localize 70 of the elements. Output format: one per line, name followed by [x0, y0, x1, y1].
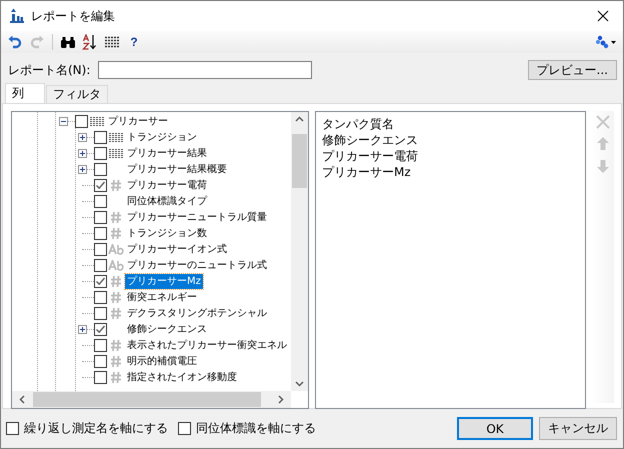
dialog-button[interactable]: OK [457, 417, 533, 440]
list-item[interactable]: タンパク質名 [322, 116, 579, 132]
checkbox[interactable] [94, 210, 107, 224]
checkbox[interactable] [94, 370, 107, 384]
tree-item[interactable]: トランジション数 [125, 226, 209, 240]
text-type-icon [107, 242, 125, 256]
window-title: レポートを編集 [31, 8, 116, 24]
close-icon [597, 10, 609, 22]
checkbox[interactable] [75, 114, 88, 128]
list-item[interactable]: 修飾シークエンス [322, 132, 579, 148]
list-icon [107, 146, 125, 160]
tree-item[interactable]: 明示的補償電圧 [125, 354, 199, 368]
tree-item[interactable]: プリカーサー電荷 [125, 178, 209, 192]
help-button[interactable]: ? [124, 32, 144, 52]
text-type-icon [107, 258, 125, 272]
expand-icon[interactable] [78, 132, 87, 142]
option-label: 繰り返し測定名を軸にする [24, 420, 168, 437]
tree-item[interactable]: 同位体標識タイプ [125, 194, 209, 208]
vertical-scrollbar[interactable] [291, 112, 308, 391]
checkbox[interactable] [6, 422, 19, 435]
tree-item[interactable]: プリカーサーニュートラル質量 [125, 210, 269, 224]
checkbox[interactable] [94, 274, 107, 288]
checkbox[interactable] [94, 194, 107, 208]
preview-button[interactable]: プレビュー... [528, 60, 617, 80]
tree-item[interactable]: プリカーサー [106, 114, 170, 128]
checkbox[interactable] [94, 162, 107, 176]
app-icon [9, 8, 25, 24]
tab[interactable]: 列 [5, 83, 45, 103]
horizontal-scrollbar[interactable] [12, 391, 291, 408]
tree-item[interactable]: 指定されたイオン移動度 [125, 370, 239, 384]
checkbox[interactable] [94, 306, 107, 320]
option-label: 同位体標識を軸にする [196, 420, 316, 437]
expand-icon[interactable] [78, 324, 87, 334]
tree-item[interactable]: 表示されたプリカーサー衝突エネル [125, 338, 289, 352]
checkbox[interactable] [94, 178, 107, 192]
dialog-button[interactable]: キャンセル [539, 417, 617, 440]
checkbox[interactable] [94, 226, 107, 240]
list-item[interactable]: プリカーサーMz [322, 164, 579, 180]
checkbox[interactable] [94, 322, 107, 336]
collapse-icon[interactable] [59, 116, 68, 126]
columns-icon [104, 36, 120, 48]
tab[interactable]: フィルタ [46, 85, 108, 103]
report-name-field[interactable] [98, 61, 312, 79]
tree-item[interactable]: プリカーサーイオン式 [125, 242, 229, 256]
tree-item[interactable]: プリカーサー結果 [125, 146, 209, 160]
checkbox[interactable] [94, 146, 107, 160]
binoculars-icon [60, 36, 76, 48]
list-icon [107, 130, 125, 144]
tree-item[interactable]: トランジション [125, 130, 199, 144]
checkbox[interactable] [178, 422, 191, 435]
expand-icon[interactable] [78, 148, 87, 158]
tree-item[interactable]: プリカーサーMz [125, 274, 203, 288]
list-item[interactable]: プリカーサー電荷 [322, 148, 579, 164]
tree-item[interactable]: デクラスタリングポテンシャル [125, 306, 269, 320]
expand-icon[interactable] [78, 164, 87, 174]
tree-item[interactable]: 衝突エネルギー [125, 290, 199, 304]
scroll-thumb[interactable] [33, 392, 261, 407]
tree-item[interactable]: プリカーサー結果概要 [125, 162, 229, 176]
list-icon [88, 114, 106, 128]
report-name-label: レポート名(N): [8, 62, 90, 78]
checkbox[interactable] [94, 242, 107, 256]
checkbox[interactable] [94, 338, 107, 352]
sort-icon [82, 34, 98, 50]
checkbox[interactable] [94, 290, 107, 304]
tree-item[interactable]: 修飾シークエンス [125, 322, 209, 336]
tree-item[interactable]: プリカーサーのニュートラル式 [125, 258, 269, 272]
checkbox[interactable] [94, 258, 107, 272]
checkbox[interactable] [94, 354, 107, 368]
scroll-thumb[interactable] [292, 134, 307, 188]
checkbox[interactable] [94, 130, 107, 144]
